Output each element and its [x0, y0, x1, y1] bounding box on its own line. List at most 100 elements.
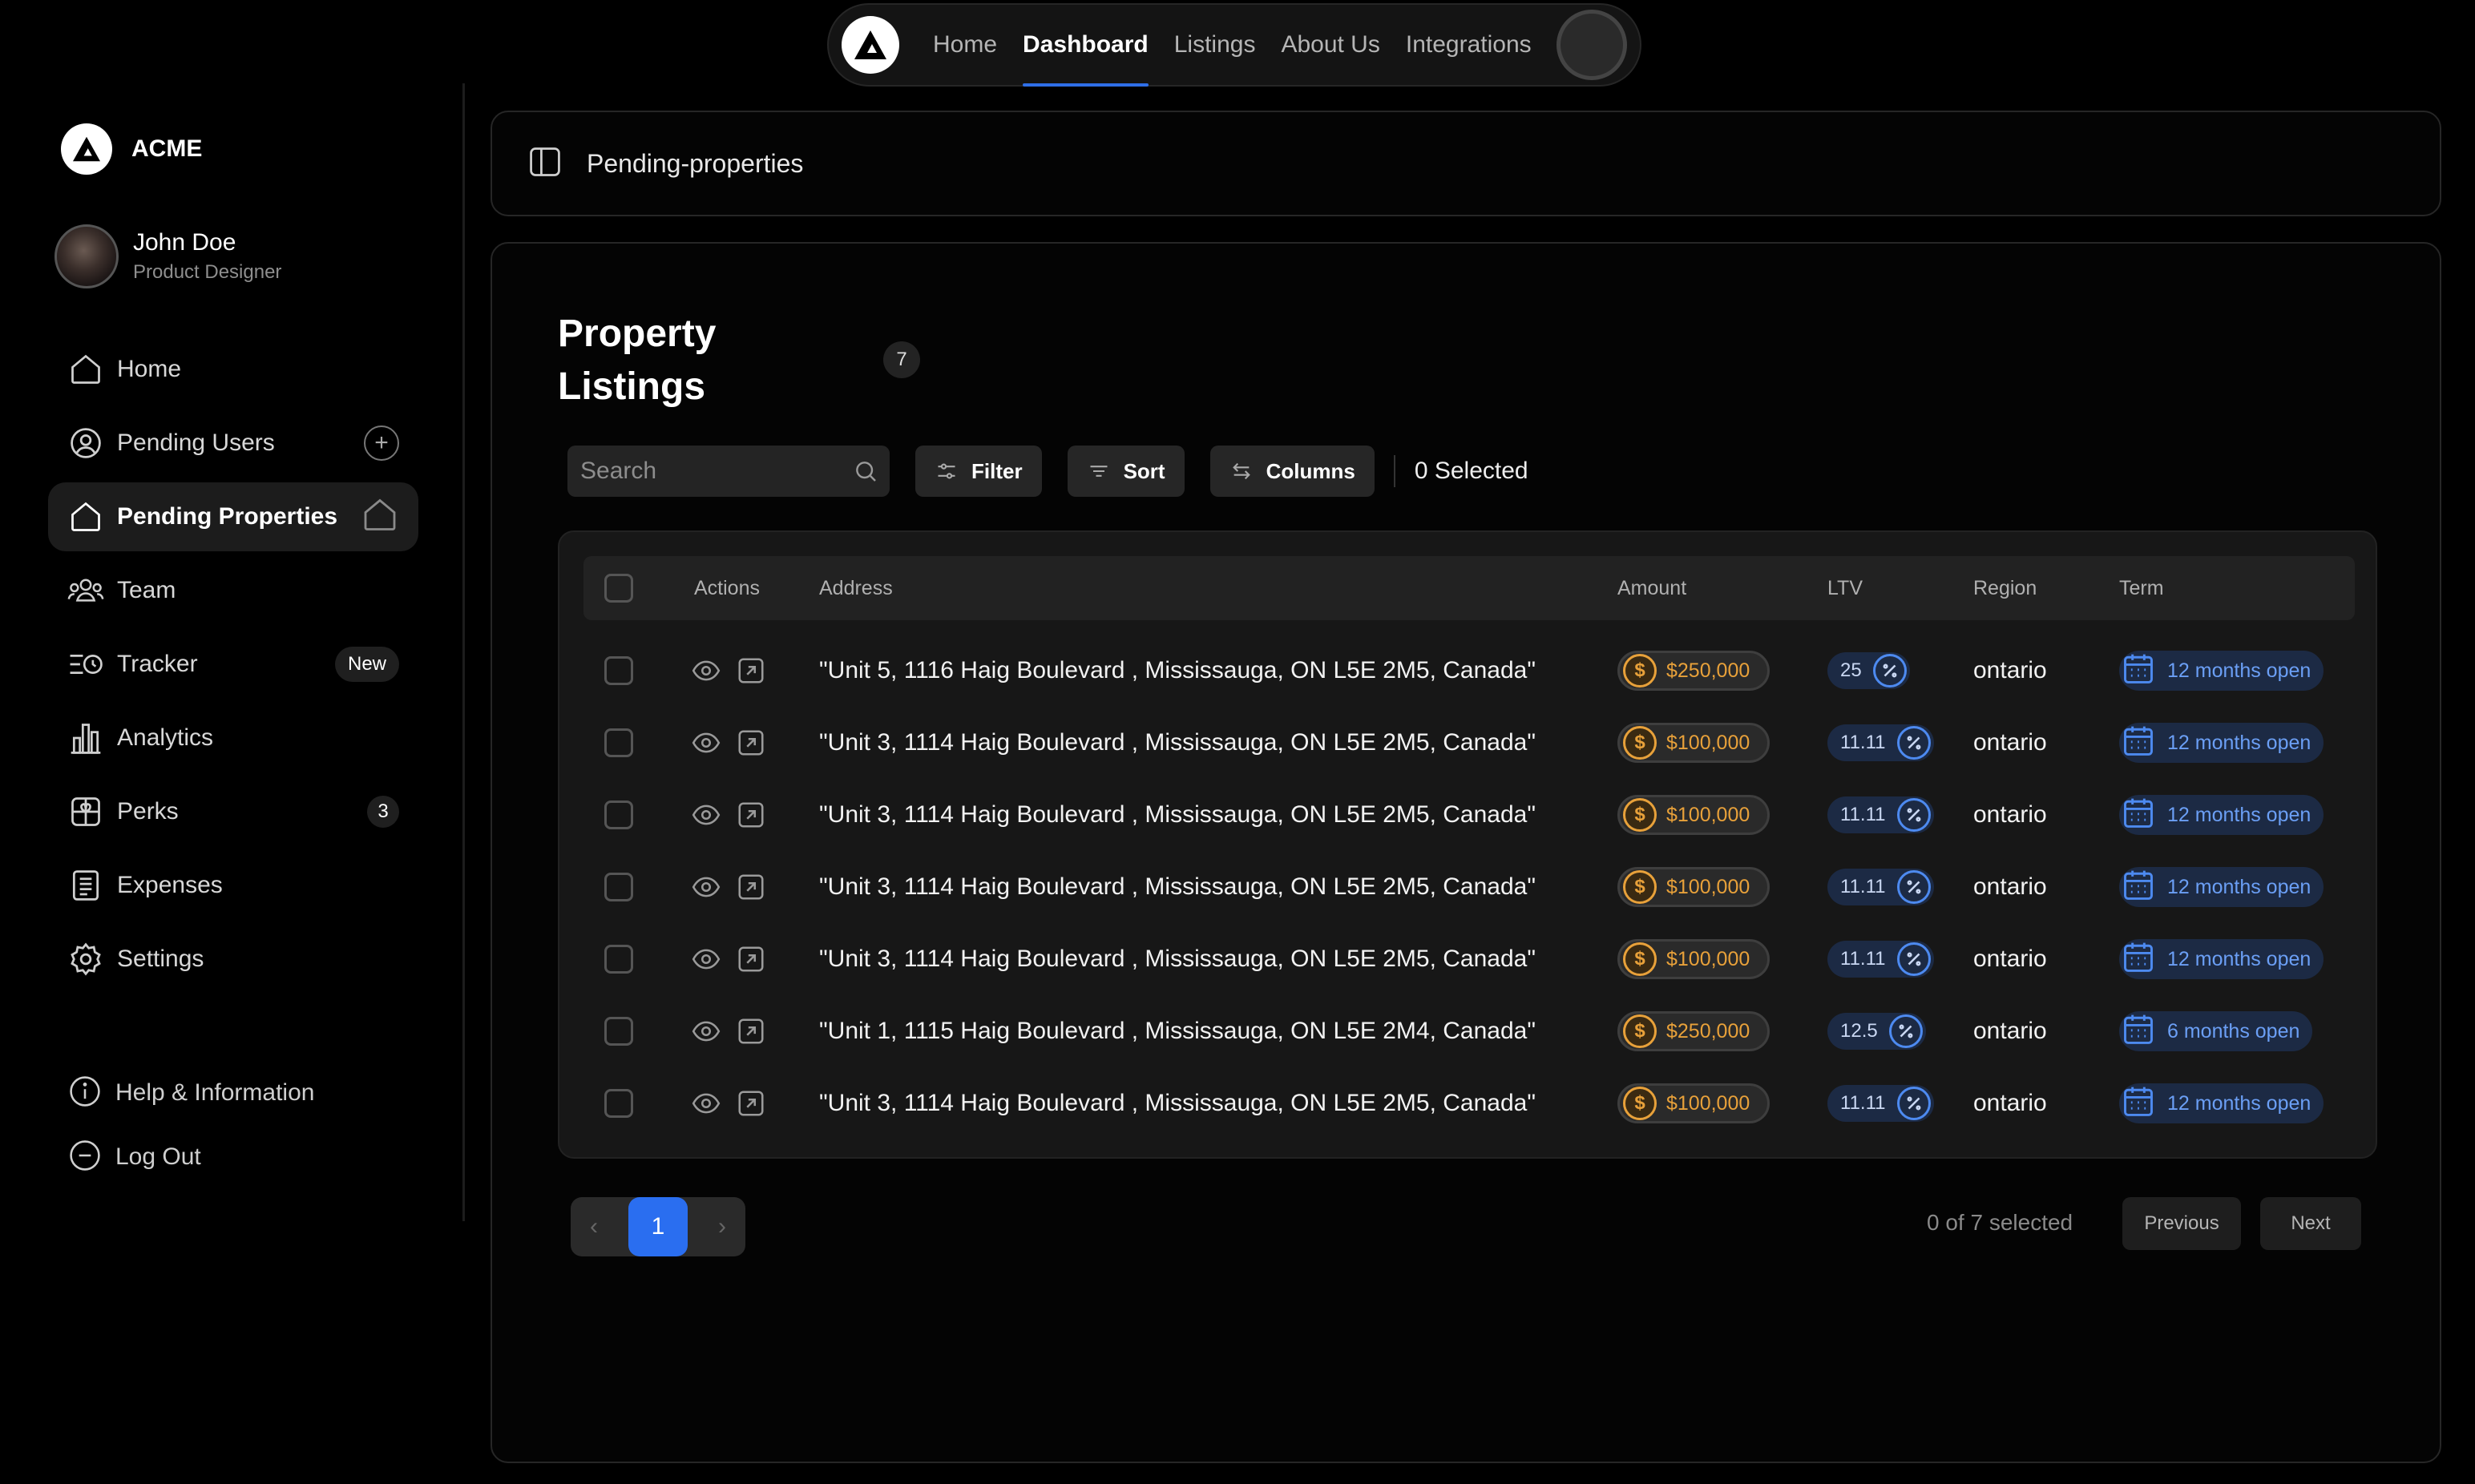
open-external-icon[interactable] — [736, 779, 766, 851]
term-cell: 12 months open — [2119, 851, 2324, 923]
calendar-icon — [2121, 1083, 2167, 1124]
sidebar-item-pending-properties[interactable]: Pending Properties — [48, 482, 418, 551]
row-checkbox[interactable] — [604, 873, 633, 901]
sidebar-toggle-icon[interactable] — [527, 144, 563, 183]
sidebar-item-label: Pending Properties — [117, 503, 338, 530]
perks-count-badge: 3 — [367, 796, 399, 828]
view-icon[interactable] — [691, 707, 721, 779]
ltv-badge: 11.11 — [1827, 724, 1934, 761]
sidebar-item-analytics[interactable]: Analytics — [48, 704, 418, 772]
topnav-link-listings[interactable]: Listings — [1161, 5, 1269, 85]
columns-label: Columns — [1266, 458, 1355, 483]
profile-avatar[interactable] — [1556, 10, 1627, 80]
view-icon[interactable] — [691, 635, 721, 707]
page-button[interactable]: 1 — [628, 1197, 688, 1256]
amount-cell: $ $250,000 — [1617, 995, 1770, 1067]
sidebar-item-pending-users[interactable]: Pending Users + — [48, 409, 418, 478]
topnav-link-about-us[interactable]: About Us — [1268, 5, 1392, 85]
table-row[interactable]: "Unit 1, 1115 Haig Boulevard , Mississau… — [583, 995, 2355, 1067]
chevron-left-icon[interactable]: ‹ — [582, 1213, 606, 1240]
filter-button[interactable]: Filter — [915, 446, 1042, 497]
ltv-cell: 11.11 — [1827, 851, 1934, 923]
sidebar-item-logout[interactable]: Log Out — [48, 1125, 418, 1189]
row-checkbox[interactable] — [604, 800, 633, 829]
logo-icon[interactable] — [842, 16, 899, 74]
next-button[interactable]: Next — [2260, 1197, 2361, 1250]
new-badge: New — [334, 647, 399, 682]
table-row[interactable]: "Unit 3, 1114 Haig Boulevard , Mississau… — [583, 851, 2355, 923]
row-checkbox[interactable] — [604, 945, 633, 974]
column-header-term: Term — [2119, 577, 2164, 599]
search-input[interactable] — [567, 446, 890, 497]
table-row[interactable]: "Unit 3, 1114 Haig Boulevard , Mississau… — [583, 923, 2355, 995]
column-header-region: Region — [1973, 577, 2037, 599]
columns-button[interactable]: Columns — [1209, 446, 1375, 497]
table-row[interactable]: "Unit 3, 1114 Haig Boulevard , Mississau… — [583, 779, 2355, 851]
info-icon — [67, 1074, 103, 1113]
open-external-icon[interactable] — [736, 635, 766, 707]
table-row[interactable]: "Unit 3, 1114 Haig Boulevard , Mississau… — [583, 1067, 2355, 1139]
sidebar-item-expenses[interactable]: Expenses — [48, 851, 418, 920]
topnav-link-dashboard[interactable]: Dashboard — [1010, 5, 1161, 87]
table-row[interactable]: "Unit 5, 1116 Haig Boulevard , Mississau… — [583, 635, 2355, 707]
previous-button[interactable]: Previous — [2122, 1197, 2241, 1250]
calendar-icon — [2121, 723, 2167, 764]
amount-cell: $ $100,000 — [1617, 707, 1770, 779]
sort-button[interactable]: Sort — [1067, 446, 1185, 497]
row-checkbox[interactable] — [604, 728, 633, 757]
open-external-icon[interactable] — [736, 923, 766, 995]
view-icon[interactable] — [691, 779, 721, 851]
view-icon[interactable] — [691, 923, 721, 995]
amount-value: $100,000 — [1666, 1091, 1750, 1115]
view-icon[interactable] — [691, 995, 721, 1067]
open-external-icon[interactable] — [736, 707, 766, 779]
region-cell: ontario — [1973, 729, 2047, 756]
dollar-coin-icon: $ — [1623, 942, 1657, 976]
table-row[interactable]: "Unit 3, 1114 Haig Boulevard , Mississau… — [583, 707, 2355, 779]
sidebar-item-tracker[interactable]: Tracker New — [48, 630, 418, 699]
open-external-icon[interactable] — [736, 995, 766, 1067]
team-icon — [67, 572, 104, 609]
selected-count: 0 Selected — [1414, 458, 1528, 484]
topnav-link-home[interactable]: Home — [920, 5, 1010, 85]
open-external-icon[interactable] — [736, 851, 766, 923]
row-checkbox[interactable] — [604, 656, 633, 685]
search-icon[interactable] — [853, 458, 878, 488]
sidebar-item-team[interactable]: Team — [48, 556, 418, 625]
percent-icon — [1896, 726, 1931, 760]
amount-badge: $ $100,000 — [1617, 939, 1770, 979]
chevron-right-icon[interactable]: › — [710, 1213, 734, 1240]
sidebar-item-help[interactable]: Help & Information — [48, 1061, 418, 1125]
amount-badge: $ $100,000 — [1617, 723, 1770, 763]
select-all-checkbox[interactable] — [604, 574, 633, 603]
sidebar-item-perks[interactable]: Perks 3 — [48, 777, 418, 846]
user-profile[interactable]: John Doe Product Designer — [55, 224, 281, 288]
selection-info: 0 of 7 selected — [1927, 1210, 2073, 1235]
ltv-cell: 11.11 — [1827, 707, 1934, 779]
sidebar-item-label: Help & Information — [115, 1079, 315, 1106]
row-checkbox[interactable] — [604, 1089, 633, 1118]
sidebar-item-settings[interactable]: Settings — [48, 925, 418, 994]
plus-icon[interactable]: + — [364, 425, 399, 461]
sidebar-item-label: Tracker — [117, 651, 198, 677]
ltv-cell: 12.5 — [1827, 995, 1926, 1067]
topnav-link-integrations[interactable]: Integrations — [1393, 5, 1544, 85]
view-icon[interactable] — [691, 851, 721, 923]
region-cell: ontario — [1973, 657, 2047, 684]
row-checkbox[interactable] — [604, 1017, 633, 1046]
open-external-icon[interactable] — [736, 1067, 766, 1139]
calendar-icon — [2121, 1011, 2167, 1052]
sidebar: ACME John Doe Product Designer Home Pend… — [0, 83, 465, 1221]
amount-cell: $ $100,000 — [1617, 851, 1770, 923]
tracker-icon — [67, 646, 104, 683]
brand[interactable]: ACME — [61, 123, 202, 175]
address-cell: "Unit 3, 1114 Haig Boulevard , Mississau… — [819, 946, 1536, 972]
dollar-coin-icon: $ — [1623, 654, 1657, 688]
gear-icon — [67, 941, 104, 978]
dollar-coin-icon: $ — [1623, 1087, 1657, 1120]
calendar-icon — [2121, 651, 2167, 692]
sidebar-item-home[interactable]: Home — [48, 335, 418, 404]
view-icon[interactable] — [691, 1067, 721, 1139]
amount-badge: $ $250,000 — [1617, 1011, 1770, 1051]
gift-icon — [67, 793, 104, 830]
